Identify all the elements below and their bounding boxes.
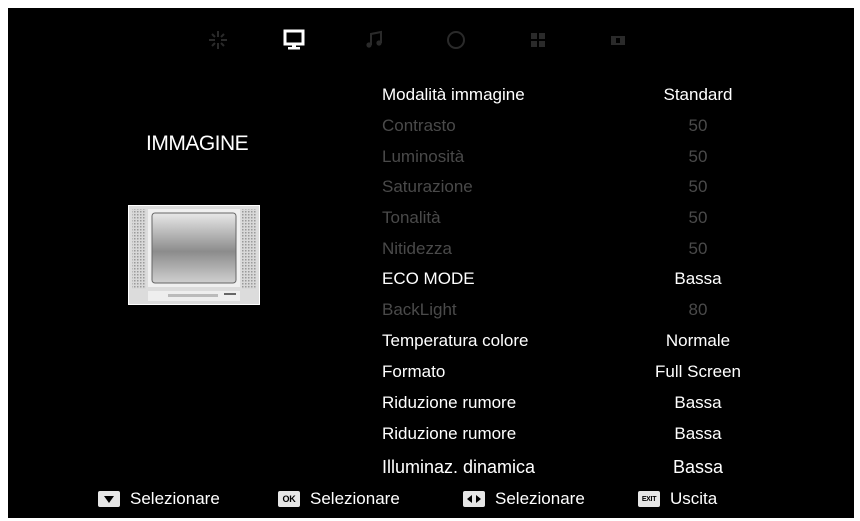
hint-select-down: Selezionare: [98, 486, 220, 512]
setting-value: 80: [688, 300, 708, 319]
left-right-arrow-key-icon: [463, 491, 485, 507]
setting-contrasto[interactable]: Contrasto 50: [382, 111, 762, 141]
tab-sound[interactable]: [354, 20, 394, 60]
setting-value: 50: [688, 208, 708, 227]
setting-label: Nitidezza: [382, 239, 452, 258]
setting-backlight[interactable]: BackLight 80: [382, 295, 762, 325]
setting-illuminazione-dinamica[interactable]: Illuminaz. dinamica Bassa: [382, 452, 762, 482]
tab-lock[interactable]: [598, 20, 638, 60]
hint-label: Selezionare: [310, 489, 400, 508]
section-title: IMMAGINE: [146, 132, 249, 155]
setting-value: Normale: [665, 331, 731, 350]
sparkle-icon: [209, 31, 227, 49]
hint-label: Uscita: [670, 489, 718, 508]
setting-nitidezza[interactable]: Nitidezza 50: [382, 234, 762, 264]
setting-label: Luminosità: [382, 147, 465, 166]
setting-value: Full Screen: [655, 362, 741, 381]
lock-icon: [611, 36, 625, 45]
hint-ok: OK Selezionare: [278, 486, 400, 512]
hint-label: Selezionare: [130, 489, 220, 508]
hint-select-left-right: Selezionare: [463, 486, 585, 512]
setting-label: Modalità immagine: [382, 85, 525, 104]
setting-temperatura-colore[interactable]: Temperatura colore Normale: [382, 326, 762, 356]
hint-exit: EXIT Uscita: [638, 486, 717, 512]
setting-value: 50: [688, 177, 708, 196]
circle-icon: [447, 31, 465, 49]
exit-key-icon: EXIT: [638, 491, 660, 507]
setting-label: Contrasto: [382, 116, 456, 135]
setting-luminosita[interactable]: Luminosità 50: [382, 142, 762, 172]
setting-riduzione-rumore[interactable]: Riduzione rumore Bassa: [382, 388, 762, 418]
setting-label: Tonalità: [382, 208, 441, 227]
setting-value: Bassa: [674, 269, 722, 288]
setting-label: Saturazione: [382, 177, 473, 196]
setting-tonalita[interactable]: Tonalità 50: [382, 203, 762, 233]
setting-value: 50: [688, 116, 708, 135]
monitor-icon: [283, 29, 305, 50]
music-note-icon: [366, 30, 382, 48]
tv-osd-screen: IMMAGINE Modalità immagine Standard Cont…: [8, 8, 854, 518]
tab-time[interactable]: [436, 20, 476, 60]
setting-riduzione-rumore-2[interactable]: Riduzione rumore Bassa: [382, 419, 762, 449]
tab-sparkle[interactable]: [198, 20, 238, 60]
setting-modalita-immagine[interactable]: Modalità immagine Standard: [382, 80, 762, 110]
setting-label: Riduzione rumore: [382, 424, 517, 443]
ok-key-icon: OK: [278, 491, 300, 507]
setting-value: Bassa: [672, 457, 724, 477]
tab-options[interactable]: [518, 20, 558, 60]
setting-label: Formato: [382, 362, 446, 381]
setting-value: 50: [688, 147, 708, 166]
setting-value: 50: [688, 239, 708, 258]
tab-picture[interactable]: [274, 20, 314, 60]
setting-formato[interactable]: Formato Full Screen: [382, 357, 762, 387]
setting-label: Riduzione rumore: [382, 393, 517, 412]
setting-label: ECO MODE: [382, 269, 475, 288]
hint-label: Selezionare: [495, 489, 585, 508]
setting-value: Standard: [663, 85, 733, 104]
setting-label: Temperatura colore: [382, 331, 529, 350]
setting-value: Bassa: [674, 393, 722, 412]
category-tab-bar: [8, 20, 854, 60]
setting-label: BackLight: [382, 300, 457, 319]
setting-label: Illuminaz. dinamica: [382, 457, 536, 477]
tv-icon: [128, 205, 260, 305]
down-arrow-key-icon: [98, 491, 120, 507]
setting-value: Bassa: [674, 424, 722, 443]
grid-icon: [531, 33, 545, 47]
setting-saturazione[interactable]: Saturazione 50: [382, 172, 762, 202]
setting-eco-mode[interactable]: ECO MODE Bassa: [382, 264, 762, 294]
